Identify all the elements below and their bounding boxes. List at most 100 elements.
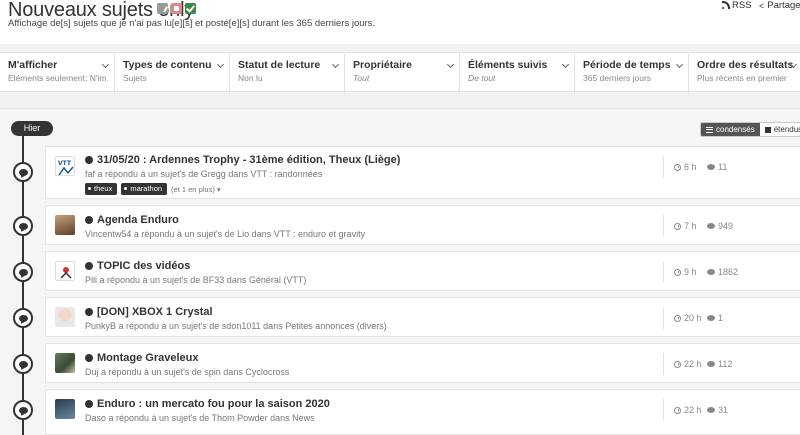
unread-dot-icon [85, 156, 93, 164]
topic-activity: Duj a répondu à un sujet's de spin dans … [85, 367, 290, 377]
last-activity: 7 h [674, 221, 707, 231]
comment-icon [18, 360, 28, 368]
more-tags-link[interactable]: (et 1 en plus) ▾ [171, 185, 221, 194]
comment-icon [707, 269, 715, 275]
topic-card[interactable]: Agenda Enduro Vincentw54 a répondu à un … [45, 205, 800, 245]
reply-count: 1862 [707, 267, 738, 277]
topic-card[interactable]: VTT 31/05/20 : Ardennes Trophy - 31ème é… [45, 146, 800, 199]
topic-stats: 7 h 949 [663, 215, 733, 237]
filter-sort-order[interactable]: Ordre des résultats Plus récents en prem… [689, 53, 800, 93]
timeline-node [13, 262, 33, 282]
condensed-label: condensés [716, 125, 755, 134]
topic-title[interactable]: TOPIC des vidéos [85, 260, 190, 272]
avatar[interactable] [55, 353, 75, 373]
filter-label: Ordre des résultats [697, 59, 794, 71]
avatar[interactable] [55, 399, 75, 419]
expanded-label: étendus [773, 125, 800, 134]
last-activity: 22 h [674, 405, 707, 415]
last-activity: 6 h [674, 162, 707, 172]
expanded-view-button[interactable]: étendus [759, 123, 800, 136]
unread-dot-icon [85, 308, 93, 316]
topic-title[interactable]: Enduro : un mercato fou pour la saison 2… [85, 398, 330, 410]
comment-icon [18, 314, 28, 322]
tag[interactable]: theux [85, 183, 118, 195]
comment-icon [707, 164, 715, 170]
filter-owner[interactable]: Propriétaire Tout [345, 53, 460, 93]
check-icon[interactable] [185, 3, 196, 14]
clock-icon [674, 222, 681, 230]
topic-stats: 20 h 1 [663, 307, 723, 329]
filter-label: M'afficher [8, 59, 58, 71]
topic-activity: Vincentw54 a répondu à un sujet's de Lio… [85, 229, 366, 239]
filter-time-period[interactable]: Période de temps 365 derniers jours [575, 53, 689, 93]
topic-card[interactable]: TOPIC des vidéos Pili a répondu à un suj… [45, 251, 800, 291]
filter-value: Sujets [123, 73, 147, 83]
avatar[interactable] [55, 215, 75, 235]
topic-activity: faf a répondu à un sujet's de Gregg dans… [85, 169, 323, 179]
filter-label: Statut de lecture [238, 59, 321, 71]
filter-show-me[interactable]: M'afficher Éléments seulement; N'im… [0, 53, 115, 93]
comment-icon [18, 268, 28, 276]
filter-value: De tout [468, 73, 496, 83]
reply-count: 112 [707, 359, 732, 369]
filter-followed[interactable]: Éléments suivis De tout [460, 53, 575, 93]
timeline-node [13, 354, 33, 374]
filter-value: Tout [353, 73, 370, 83]
share-label: Partager [767, 0, 800, 11]
timeline-node [13, 400, 33, 420]
clock-icon [674, 163, 681, 171]
view-toggle: condensés étendus [700, 122, 800, 137]
clock-icon [674, 406, 681, 414]
topic-stats: 22 h 112 [663, 353, 732, 375]
edit-icon[interactable] [157, 3, 168, 14]
last-activity: 9 h [674, 267, 707, 277]
filter-content-type[interactable]: Types de contenu Sujets [115, 53, 230, 93]
avatar[interactable] [55, 307, 75, 327]
topic-title[interactable]: Montage Graveleux [85, 352, 198, 364]
day-label: Hier [11, 121, 53, 136]
comment-icon [707, 361, 715, 367]
timeline-node [13, 308, 33, 328]
comment-icon [18, 406, 28, 414]
comment-icon [18, 222, 28, 230]
comment-icon [707, 407, 715, 413]
filter-label: Éléments suivis [468, 59, 548, 71]
filter-label: Période de temps [583, 59, 671, 71]
clock-icon [674, 314, 681, 322]
reply-count: 31 [707, 405, 728, 415]
share-link[interactable]: < Partager [759, 0, 800, 11]
topic-card[interactable]: Enduro : un mercato fou pour la saison 2… [45, 389, 800, 435]
tag-list: theux marathon (et 1 en plus) ▾ [85, 183, 221, 195]
last-activity: 22 h [674, 359, 707, 369]
rss-link[interactable]: RSS [722, 0, 752, 11]
square-icon [764, 126, 771, 133]
title-actions [157, 3, 196, 14]
comment-icon [707, 315, 715, 321]
topic-card[interactable]: Montage Graveleux Duj a répondu à un suj… [45, 343, 800, 383]
topic-activity: Pili a répondu à un sujet's de BF33 dans… [85, 275, 307, 285]
condensed-view-button[interactable]: condensés [701, 123, 760, 136]
topic-title[interactable]: [DON] XBOX 1 Crystal [85, 306, 213, 318]
avatar[interactable] [55, 261, 75, 281]
list-icon [706, 126, 713, 133]
topic-stats: 6 h 11 [663, 156, 727, 178]
filter-read-status[interactable]: Statut de lecture Non lu [230, 53, 345, 93]
timeline-node [13, 162, 33, 182]
comment-icon [707, 223, 715, 229]
topic-title[interactable]: Agenda Enduro [85, 214, 179, 226]
filter-value: Éléments seulement; N'im… [8, 73, 108, 83]
reply-count: 949 [707, 221, 733, 231]
filter-value: Non lu [238, 73, 263, 83]
rss-label: RSS [732, 0, 752, 11]
timeline-node [13, 216, 33, 236]
delete-icon[interactable] [171, 3, 182, 14]
topic-stats: 22 h 31 [663, 399, 728, 421]
clock-icon [674, 268, 681, 276]
reply-count: 11 [707, 162, 727, 172]
avatar[interactable]: VTT [55, 156, 75, 176]
topic-title[interactable]: 31/05/20 : Ardennes Trophy - 31ème éditi… [85, 154, 400, 166]
comment-icon [18, 168, 28, 176]
unread-dot-icon [85, 216, 93, 224]
tag[interactable]: marathon [121, 183, 168, 195]
topic-card[interactable]: [DON] XBOX 1 Crystal PunkyB a répondu à … [45, 297, 800, 337]
